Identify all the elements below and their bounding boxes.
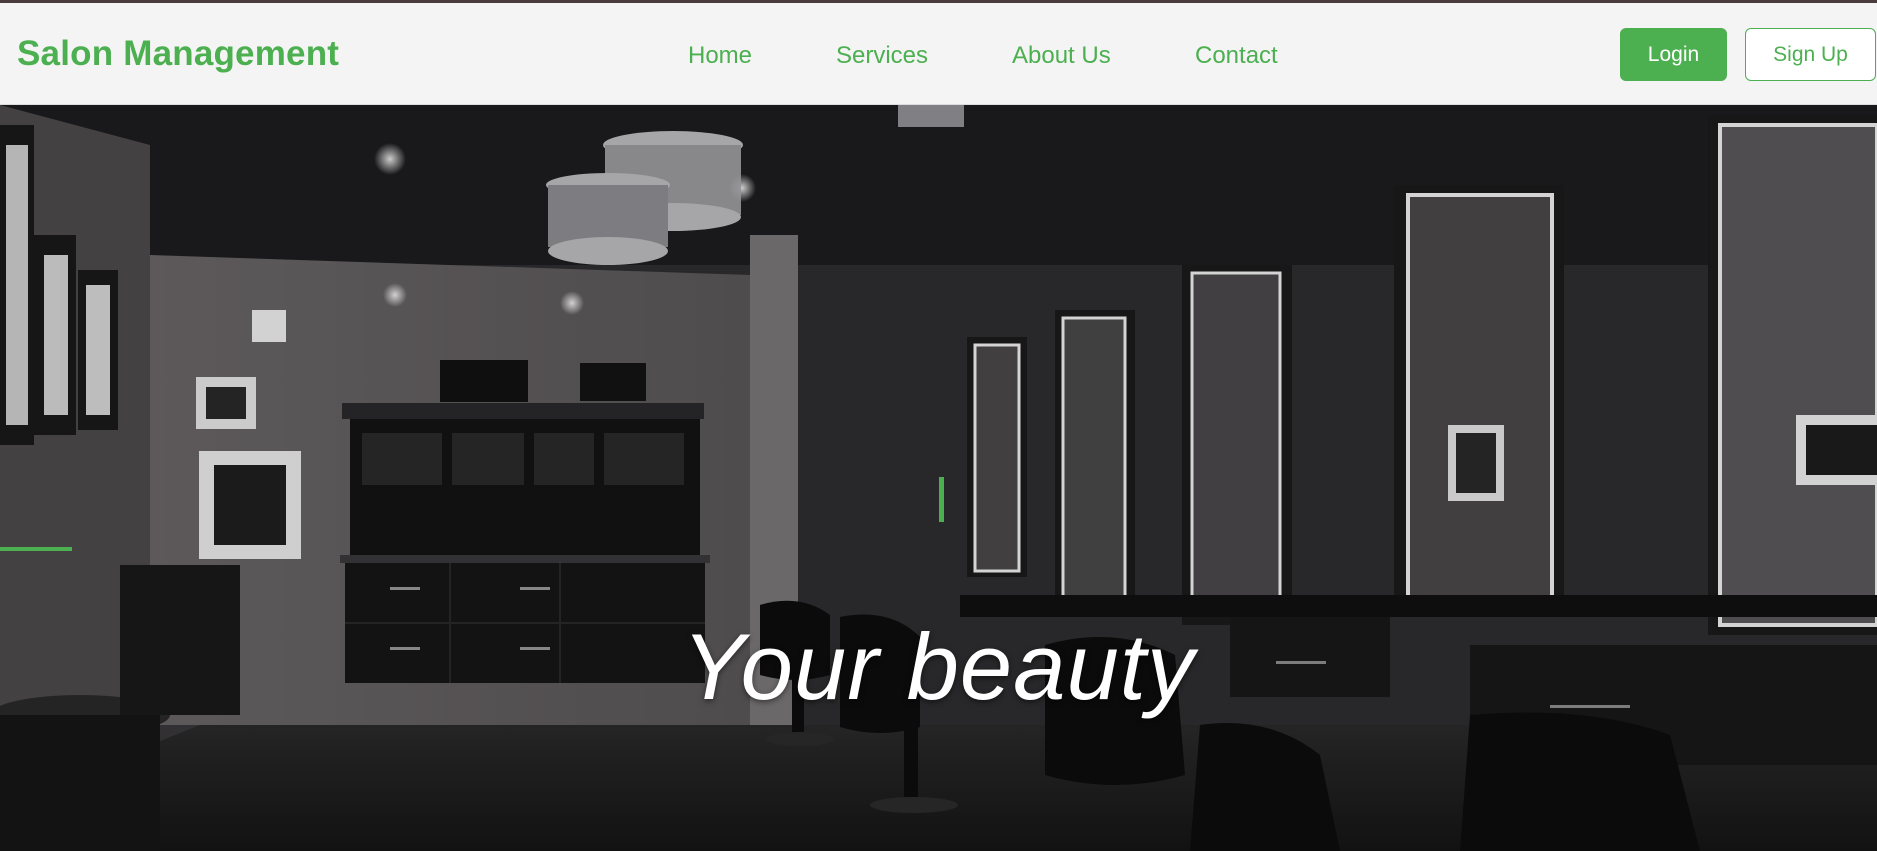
accent-bar-vertical <box>939 477 944 522</box>
accent-bar-horizontal <box>0 547 72 551</box>
login-button[interactable]: Login <box>1620 28 1727 81</box>
nav-home[interactable]: Home <box>688 42 752 70</box>
hero-title: Your beauty <box>682 614 1195 719</box>
brand-logo[interactable]: Salon Management <box>17 34 339 74</box>
hero-section: Your beauty <box>0 105 1877 851</box>
signup-button[interactable]: Sign Up <box>1745 28 1876 81</box>
navbar: Salon Management Home Services About Us … <box>0 3 1877 105</box>
nav-services[interactable]: Services <box>836 42 928 70</box>
nav-contact[interactable]: Contact <box>1195 42 1278 70</box>
nav-about-us[interactable]: About Us <box>1012 42 1111 70</box>
